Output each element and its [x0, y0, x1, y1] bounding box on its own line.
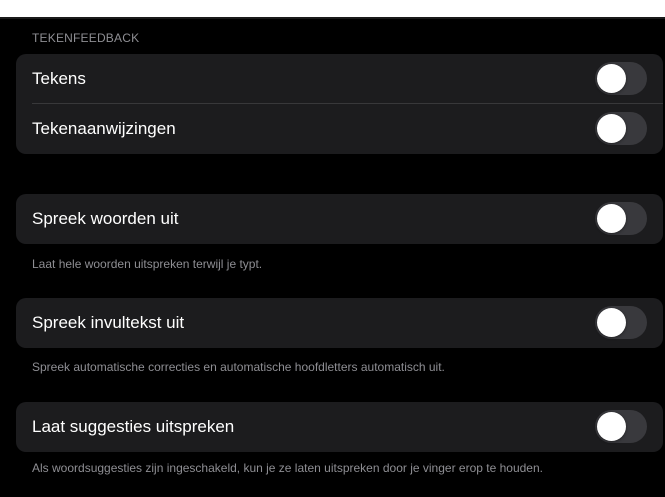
tekens-toggle[interactable]	[595, 62, 647, 95]
footnote-spreek-invultekst-uit: Spreek automatische correcties en automa…	[32, 360, 445, 374]
settings-group-speak-suggestions: Laat suggesties uitspreken	[16, 402, 663, 452]
row-label: Laat suggesties uitspreken	[32, 417, 235, 436]
row-label: Tekens	[32, 69, 86, 88]
row-tekens[interactable]: Tekens	[16, 54, 663, 104]
settings-group-character-feedback: Tekens Tekenaanwijzingen	[16, 54, 663, 154]
spreek-woorden-uit-toggle[interactable]	[595, 202, 647, 235]
settings-group-speak-words: Spreek woorden uit	[16, 194, 663, 244]
row-spreek-woorden-uit[interactable]: Spreek woorden uit	[16, 194, 663, 244]
toggle-knob	[597, 204, 626, 233]
row-tekenaanwijzingen[interactable]: Tekenaanwijzingen	[16, 104, 663, 154]
toggle-knob	[597, 412, 626, 441]
footnote-spreek-woorden-uit: Laat hele woorden uitspreken terwijl je …	[32, 257, 263, 271]
toggle-knob	[597, 114, 626, 143]
tekenaanwijzingen-toggle[interactable]	[595, 112, 647, 145]
row-label: Tekenaanwijzingen	[32, 119, 176, 138]
row-spreek-invultekst-uit[interactable]: Spreek invultekst uit	[16, 298, 663, 348]
footnote-laat-suggesties-uitspreken: Als woordsuggesties zijn ingeschakeld, k…	[32, 461, 543, 475]
settings-group-speak-autotext: Spreek invultekst uit	[16, 298, 663, 348]
top-bar	[0, 0, 665, 17]
settings-screen: TEKENFEEDBACK Tekens Tekenaanwijzingen S…	[0, 19, 665, 497]
section-header: TEKENFEEDBACK	[32, 31, 140, 45]
toggle-knob	[597, 308, 626, 337]
row-label: Spreek invultekst uit	[32, 313, 185, 332]
spreek-invultekst-uit-toggle[interactable]	[595, 306, 647, 339]
row-laat-suggesties-uitspreken[interactable]: Laat suggesties uitspreken	[16, 402, 663, 452]
laat-suggesties-uitspreken-toggle[interactable]	[595, 410, 647, 443]
row-label: Spreek woorden uit	[32, 209, 179, 228]
toggle-knob	[597, 64, 626, 93]
